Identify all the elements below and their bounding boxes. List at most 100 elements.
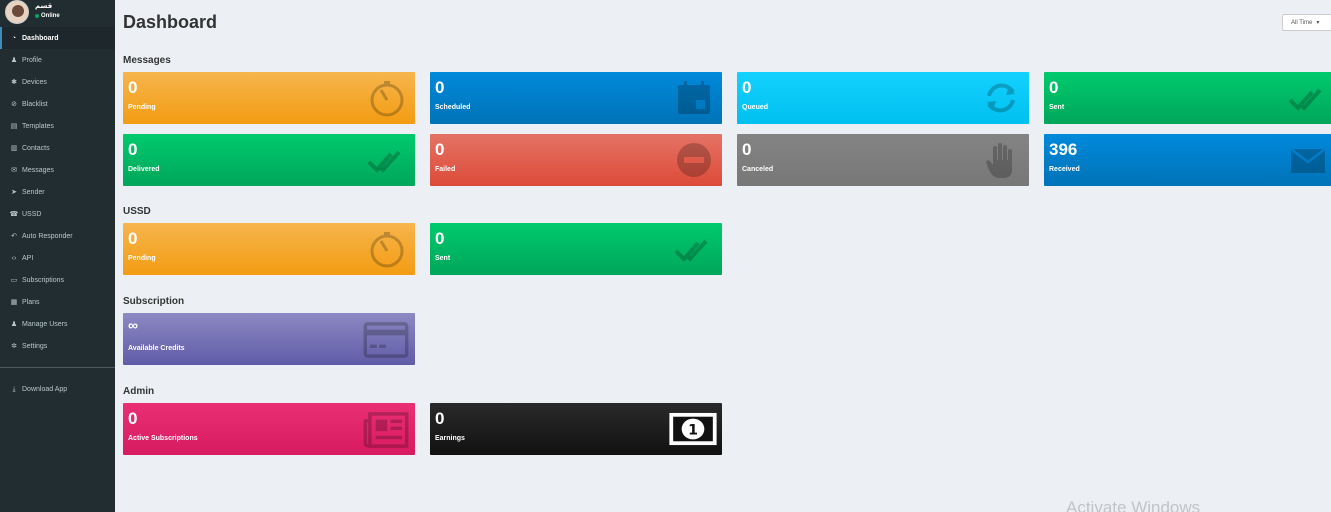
user-status-label: Online bbox=[41, 13, 60, 19]
box-label: Pending bbox=[128, 104, 156, 111]
sidebar-item-label: Blacklist bbox=[22, 100, 48, 108]
sidebar-item-subscriptions[interactable]: ▭ Subscriptions bbox=[0, 269, 115, 291]
messages-failed-box[interactable]: 0 Failed bbox=[430, 134, 722, 186]
sidebar-item-messages[interactable]: ✉ Messages bbox=[0, 159, 115, 181]
code-icon: ‹› bbox=[11, 254, 17, 262]
sidebar-item-label: Subscriptions bbox=[22, 276, 65, 284]
sidebar-item-sender[interactable]: ➤ Sender bbox=[0, 181, 115, 203]
sidebar-item-label: Settings bbox=[22, 342, 48, 350]
box-label: Pending bbox=[128, 255, 156, 262]
messages-pending-box[interactable]: 0 Pending bbox=[123, 72, 415, 124]
users-icon: ♟ bbox=[10, 320, 18, 328]
gear-icon: ✱ bbox=[11, 78, 17, 86]
box-value: 0 bbox=[435, 78, 445, 97]
list-icon: ▦ bbox=[10, 298, 18, 306]
box-label: Failed bbox=[435, 166, 456, 173]
sidebar-item-contacts[interactable]: ▥ Contacts bbox=[0, 137, 115, 159]
sidebar-item-label: Templates bbox=[22, 122, 54, 130]
messages-received-box[interactable]: 396 Received bbox=[1044, 134, 1331, 186]
dashboard-icon: ◔ bbox=[11, 34, 17, 42]
paper-plane-icon: ➤ bbox=[11, 188, 17, 196]
sidebar-item-settings[interactable]: ✲ Settings bbox=[0, 335, 115, 357]
sidebar-menu: ◔ Dashboard ♟ Profile ✱ Devices ⊘ Blacklist ▤ Tem… bbox=[0, 27, 115, 357]
calendar-icon bbox=[678, 81, 710, 114]
sidebar-item-templates[interactable]: ▤ Templates bbox=[0, 115, 115, 137]
box-label: Sent bbox=[1049, 104, 1065, 111]
user-icon: ♟ bbox=[10, 56, 18, 64]
earnings-box[interactable]: 0 Earnings 1 bbox=[430, 403, 722, 455]
sidebar-item-label: API bbox=[22, 254, 34, 262]
hand-stop-icon bbox=[986, 143, 1012, 178]
box-value: 0 bbox=[435, 409, 445, 428]
avatar[interactable] bbox=[5, 0, 29, 24]
page-title: Dashboard bbox=[123, 12, 218, 32]
sidebar-item-dashboard[interactable]: ◔ Dashboard bbox=[0, 27, 115, 49]
ticket-icon: ▭ bbox=[10, 276, 18, 284]
time-range-select[interactable]: All Time ▾ bbox=[1282, 14, 1331, 31]
sidebar-item-profile[interactable]: ♟ Profile bbox=[0, 49, 115, 71]
user-name: قسم bbox=[35, 3, 53, 10]
cog-icon: ✲ bbox=[11, 342, 17, 350]
box-value: 0 bbox=[435, 229, 445, 248]
svg-text:1: 1 bbox=[688, 423, 698, 439]
box-label: Queued bbox=[742, 104, 769, 111]
sidebar-item-plans[interactable]: ▦ Plans bbox=[0, 291, 115, 313]
messages-queued-box[interactable]: 0 Queued bbox=[737, 72, 1029, 124]
newspaper-icon bbox=[363, 412, 409, 448]
sidebar-item-label: Dashboard bbox=[22, 34, 59, 42]
sidebar-item-api[interactable]: ‹› API bbox=[0, 247, 115, 269]
sidebar-item-devices[interactable]: ✱ Devices bbox=[0, 71, 115, 93]
box-label: Active Subscriptions bbox=[128, 435, 198, 442]
box-value: 0 bbox=[128, 409, 138, 428]
sidebar: قسم Online ◔ Dashboard ♟ Profile ✱ Devices ⊘ Bl… bbox=[0, 0, 115, 512]
envelope-icon bbox=[1290, 148, 1326, 173]
section-title-messages: Messages bbox=[123, 55, 171, 66]
reply-icon: ↶ bbox=[11, 232, 17, 240]
sidebar-item-label: Profile bbox=[22, 56, 42, 64]
box-value: 0 bbox=[742, 140, 752, 159]
double-check-icon bbox=[674, 239, 708, 262]
status-dot-icon bbox=[35, 14, 39, 18]
envelope-icon: ✉ bbox=[11, 166, 17, 174]
refresh-icon bbox=[987, 83, 1015, 113]
activate-windows-watermark: Activate Windows bbox=[1066, 498, 1201, 512]
messages-scheduled-box[interactable]: 0 Scheduled bbox=[430, 72, 722, 124]
messages-sent-box[interactable]: 0 Sent bbox=[1044, 72, 1331, 124]
timer-icon bbox=[370, 232, 404, 268]
messages-delivered-box[interactable]: 0 Delivered bbox=[123, 134, 415, 186]
box-value: 0 bbox=[128, 78, 138, 97]
ussd-sent-box[interactable]: 0 Sent bbox=[430, 223, 722, 275]
user-panel: قسم Online bbox=[0, 0, 115, 27]
sidebar-item-label: Download App bbox=[22, 385, 68, 393]
sidebar-item-label: Messages bbox=[22, 166, 54, 174]
box-value: 396 bbox=[1049, 140, 1078, 159]
sidebar-item-label: Contacts bbox=[22, 144, 50, 152]
sidebar-item-ussd[interactable]: ☎ USSD bbox=[0, 203, 115, 225]
minus-circle-icon bbox=[677, 143, 711, 177]
chevron-down-icon: ▾ bbox=[1316, 20, 1320, 26]
box-value: 0 bbox=[742, 78, 752, 97]
file-icon: ▤ bbox=[10, 122, 18, 130]
sidebar-divider bbox=[0, 367, 115, 368]
box-label: Earnings bbox=[435, 435, 465, 442]
box-label: Available Credits bbox=[128, 345, 185, 352]
sidebar-item-blacklist[interactable]: ⊘ Blacklist bbox=[0, 93, 115, 115]
available-credits-box[interactable]: ∞ Available Credits bbox=[123, 313, 415, 365]
box-value: 0 bbox=[1049, 78, 1059, 97]
box-value: 0 bbox=[128, 229, 138, 248]
sidebar-item-label: Devices bbox=[22, 78, 47, 86]
section-title-ussd: USSD bbox=[123, 206, 151, 217]
active-subscriptions-box[interactable]: 0 Active Subscriptions bbox=[123, 403, 415, 455]
box-value: 0 bbox=[435, 140, 445, 159]
sidebar-item-auto-responder[interactable]: ↶ Auto Responder bbox=[0, 225, 115, 247]
time-range-value: All Time bbox=[1291, 19, 1313, 26]
ussd-pending-box[interactable]: 0 Pending bbox=[123, 223, 415, 275]
money-bill-icon: 1 bbox=[669, 412, 717, 446]
sidebar-item-label: Plans bbox=[22, 298, 40, 306]
messages-canceled-box[interactable]: 0 Canceled bbox=[737, 134, 1029, 186]
address-book-icon: ▥ bbox=[10, 144, 18, 152]
sidebar-item-download-app[interactable]: ⤓ Download App bbox=[0, 378, 115, 400]
sidebar-item-manage-users[interactable]: ♟ Manage Users bbox=[0, 313, 115, 335]
phone-icon: ☎ bbox=[9, 210, 19, 218]
box-value: 0 bbox=[128, 140, 138, 159]
